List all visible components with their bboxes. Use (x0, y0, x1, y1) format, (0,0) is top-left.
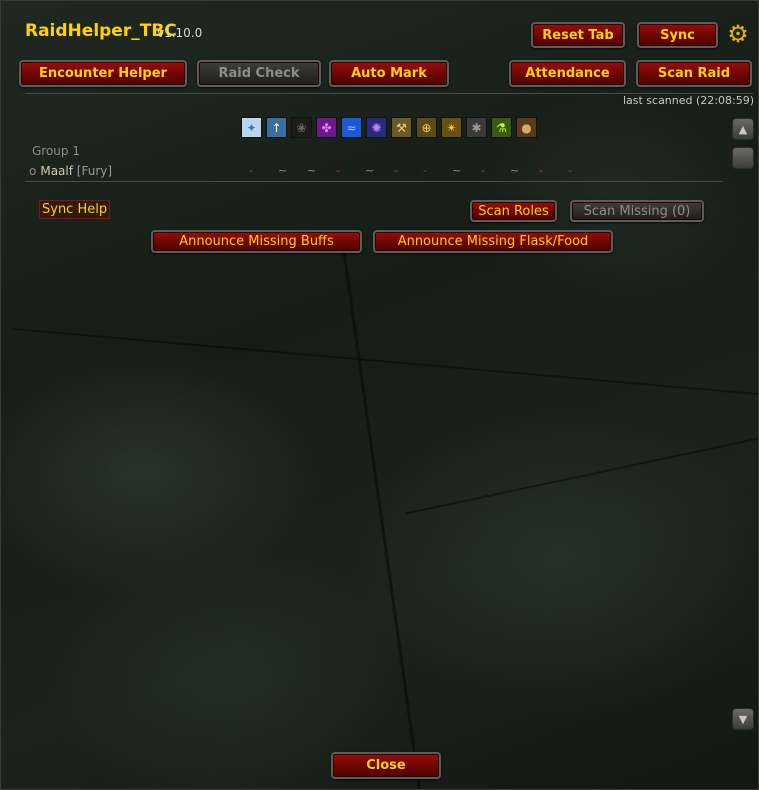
buff-status-marker: - (249, 164, 253, 177)
food-icon[interactable]: ● (516, 117, 537, 138)
member-name: Maalf (40, 164, 73, 178)
thorns-icon[interactable]: ✺ (366, 117, 387, 138)
announce-missing-flask-food-button[interactable]: Announce Missing Flask/Food (373, 230, 613, 253)
bg-crack (12, 327, 758, 397)
buff-status-marker: - (394, 164, 398, 177)
scroll-thumb[interactable] (732, 147, 754, 169)
mark-of-the-wild-icon[interactable]: ≈ (341, 117, 362, 138)
gear-icon[interactable]: ⚙ (726, 22, 750, 46)
blessing-of-kings-icon[interactable]: ⚒ (391, 117, 412, 138)
buff-status-marker: ~ (307, 164, 317, 177)
buff-status-marker: - (481, 164, 485, 177)
buff-status-marker: - (423, 164, 427, 177)
member-spec: [Fury] (76, 164, 113, 178)
bg-crack (405, 429, 758, 515)
spirit-icon[interactable]: ↑ (266, 117, 287, 138)
tab-raid-check[interactable]: Raid Check (197, 60, 321, 87)
raidhelper-window: RaidHelper_TBC v1.10.0 Reset Tab Sync ⚙ … (0, 0, 759, 790)
last-scanned-text: last scanned (22:08:59) (622, 94, 754, 107)
sync-help-link[interactable]: Sync Help (39, 200, 111, 219)
tab-scan-raid[interactable]: Scan Raid (636, 60, 752, 87)
scroll-up-icon[interactable]: ▲ (732, 118, 754, 140)
close-button[interactable]: Close (331, 752, 441, 779)
buff-status-marker: - (568, 164, 572, 177)
member-bullet: o (29, 164, 37, 178)
scroll-down-icon[interactable]: ▼ (732, 708, 754, 730)
tab-attendance[interactable]: Attendance (509, 60, 626, 87)
group-member-row[interactable]: o Maalf [Fury] (29, 164, 112, 178)
blessing-of-salvation-icon[interactable]: ✱ (466, 117, 487, 138)
scan-roles-button[interactable]: Scan Roles (470, 200, 557, 222)
reset-tab-button[interactable]: Reset Tab (531, 22, 625, 48)
announce-missing-buffs-button[interactable]: Announce Missing Buffs (151, 230, 362, 253)
tab-encounter-helper[interactable]: Encounter Helper (19, 60, 187, 87)
buff-status-marker: - (336, 164, 340, 177)
flask-icon[interactable]: ⚗ (491, 117, 512, 138)
buff-status-marker: - (539, 164, 543, 177)
buff-status-marker: ~ (452, 164, 462, 177)
buff-status-marker: ~ (365, 164, 375, 177)
fortitude-icon[interactable]: ✦ (241, 117, 262, 138)
blessing-of-might-icon[interactable]: ⊕ (416, 117, 437, 138)
arcane-intellect-icon[interactable]: ✤ (316, 117, 337, 138)
blessing-of-wisdom-icon[interactable]: ✴ (441, 117, 462, 138)
addon-title: RaidHelper_TBC (25, 21, 177, 41)
addon-version: v1.10.0 (157, 26, 203, 40)
group-divider (25, 181, 723, 182)
buff-icon-row: ✦ ↑ ❀ ✤ ≈ ✺ ⚒ ⊕ ✴ ✱ ⚗ ● (241, 117, 537, 138)
buff-status-marker: ~ (510, 164, 520, 177)
scan-missing-button[interactable]: Scan Missing (0) (570, 200, 704, 222)
tab-auto-mark[interactable]: Auto Mark (329, 60, 449, 87)
sync-button[interactable]: Sync (637, 22, 718, 48)
shadow-protection-icon[interactable]: ❀ (291, 117, 312, 138)
group-label: Group 1 (32, 144, 80, 158)
bg-crack (341, 240, 422, 789)
buff-status-marker: ~ (278, 164, 288, 177)
